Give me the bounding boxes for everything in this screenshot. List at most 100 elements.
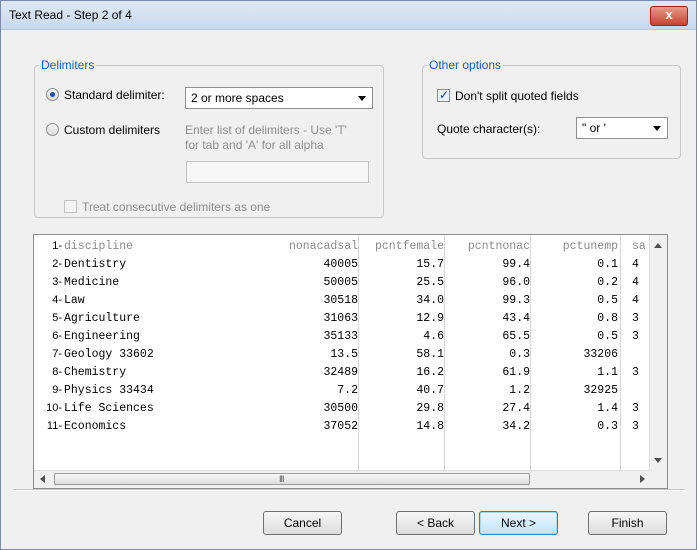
table-cell: 14.8 <box>416 420 444 433</box>
table-cell: 25.5 <box>416 276 444 289</box>
table-cell: 13.5 <box>330 348 358 361</box>
scroll-left-icon[interactable] <box>40 475 45 483</box>
dont-split-quoted-label[interactable]: Don't split quoted fields <box>455 89 579 103</box>
table-cell: 1.4 <box>597 402 618 415</box>
table-cell: 0.5 <box>597 294 618 307</box>
table-cell: 15.7 <box>416 258 444 271</box>
table-cell: 0.1 <box>597 258 618 271</box>
dialog-content: Delimiters Standard delimiter: 2 or more… <box>1 30 696 549</box>
custom-delimiters-label[interactable]: Custom delimiters <box>64 123 160 137</box>
horizontal-scrollbar[interactable]: III <box>34 470 651 488</box>
preview-grid: 1- discipline nonacadsal pcntfemale pcntnona… <box>34 235 649 471</box>
chevron-down-icon <box>653 126 661 131</box>
table-cell: Physics 33434 <box>64 384 154 397</box>
table-cell: 61.9 <box>502 366 530 379</box>
table-cell: sa <box>632 240 646 253</box>
table-cell: 99.3 <box>502 294 530 307</box>
treat-consecutive-checkbox[interactable] <box>64 200 77 213</box>
table-cell: 50005 <box>323 276 358 289</box>
table-row: 10- Life Sciences 30500 29.8 27.4 1.4 3 <box>34 401 649 419</box>
table-cell: 32489 <box>323 366 358 379</box>
data-preview[interactable]: 1- discipline nonacadsal pcntfemale pcntnona… <box>33 234 668 489</box>
table-row: 6- Engineering 35133 4.6 65.5 0.5 3 <box>34 329 649 347</box>
table-cell: 33206 <box>583 348 618 361</box>
table-cell: 1.1 <box>597 366 618 379</box>
row-number: 5- <box>52 312 62 324</box>
standard-delimiter-value: 2 or more spaces <box>191 91 284 105</box>
table-cell: 34.2 <box>502 420 530 433</box>
row-number: 3- <box>52 276 62 288</box>
table-row: 8- Chemistry 32489 16.2 61.9 1.1 3 <box>34 365 649 383</box>
standard-delimiter-radio[interactable] <box>46 88 59 101</box>
table-cell: 43.4 <box>502 312 530 325</box>
table-cell: 4 <box>632 294 639 307</box>
table-cell: Law <box>64 294 85 307</box>
quote-characters-select[interactable]: " or ' <box>576 117 668 139</box>
next-button[interactable]: Next > <box>479 511 558 535</box>
table-row: 11- Economics 37052 14.8 34.2 0.3 3 <box>34 419 649 437</box>
table-cell: 3 <box>632 366 639 379</box>
table-cell: 65.5 <box>502 330 530 343</box>
table-cell: 0.3 <box>597 420 618 433</box>
scroll-down-icon[interactable] <box>654 458 662 463</box>
dont-split-quoted-checkbox[interactable] <box>437 88 450 102</box>
scroll-right-icon[interactable] <box>640 475 645 483</box>
table-cell: Engineering <box>64 330 140 343</box>
horizontal-scroll-thumb[interactable]: III <box>54 473 530 485</box>
table-row: 2- Dentistry 40005 15.7 99.4 0.1 4 <box>34 257 649 275</box>
custom-delimiters-hint-line1: Enter list of delimiters - Use 'T' <box>185 123 347 137</box>
close-button[interactable]: x <box>650 6 688 26</box>
back-button[interactable]: < Back <box>396 511 475 535</box>
scroll-grip-icon: III <box>279 474 284 484</box>
custom-delimiters-hint-line2: for tab and 'A' for all alpha <box>185 138 324 152</box>
quote-characters-value: " or ' <box>582 121 606 135</box>
row-number: 7- <box>52 348 62 360</box>
row-number: 9- <box>52 384 62 396</box>
cancel-button[interactable]: Cancel <box>263 511 342 535</box>
dialog-title: Text Read - Step 2 of 4 <box>9 8 132 22</box>
table-cell: 4 <box>632 276 639 289</box>
scrollbar-corner <box>650 471 667 488</box>
table-cell: nonacadsal <box>288 240 358 253</box>
scroll-up-icon[interactable] <box>654 243 662 248</box>
delimiters-legend: Delimiters <box>41 58 95 72</box>
table-cell: Agriculture <box>64 312 140 325</box>
table-cell: Chemistry <box>64 366 127 379</box>
table-cell: 3 <box>632 330 639 343</box>
text-read-dialog: Text Read - Step 2 of 4 x Delimiters Sta… <box>0 0 697 550</box>
table-cell: 27.4 <box>502 402 530 415</box>
row-number: 6- <box>52 330 62 342</box>
title-bar: Text Read - Step 2 of 4 x <box>1 1 696 30</box>
table-cell: 30518 <box>323 294 358 307</box>
table-row: 9- Physics 33434 7.2 40.7 1.2 32925 <box>34 383 649 401</box>
table-cell: 1.2 <box>509 384 530 397</box>
table-cell: 99.4 <box>502 258 530 271</box>
table-cell: 3 <box>632 402 639 415</box>
table-row: 4- Law 30518 34.0 99.3 0.5 4 <box>34 293 649 311</box>
standard-delimiter-label[interactable]: Standard delimiter: <box>64 88 165 102</box>
treat-consecutive-label: Treat consecutive delimiters as one <box>82 200 271 214</box>
row-number: 8- <box>52 366 62 378</box>
row-number: 11- <box>46 420 62 432</box>
table-cell: 34.0 <box>416 294 444 307</box>
table-cell: Geology 33602 <box>64 348 154 361</box>
table-cell: 3 <box>632 312 639 325</box>
row-number: 1- <box>52 240 62 252</box>
table-cell: 31063 <box>323 312 358 325</box>
custom-delimiters-input[interactable] <box>186 161 369 183</box>
row-number: 10- <box>46 402 62 414</box>
table-cell: 32925 <box>583 384 618 397</box>
table-cell: 29.8 <box>416 402 444 415</box>
finish-button[interactable]: Finish <box>588 511 667 535</box>
vertical-scrollbar[interactable] <box>649 235 667 471</box>
table-cell: Medicine <box>64 276 120 289</box>
standard-delimiter-select[interactable]: 2 or more spaces <box>185 87 373 109</box>
table-cell: pcntnonac <box>467 240 530 253</box>
table-cell: 30500 <box>323 402 358 415</box>
other-options-group: Other options <box>422 58 681 159</box>
table-cell: 37052 <box>323 420 358 433</box>
custom-delimiters-radio[interactable] <box>46 123 59 136</box>
preview-header-row: 1- discipline nonacadsal pcntfemale pcntnona… <box>34 239 649 257</box>
row-number: 2- <box>52 258 62 270</box>
table-row: 3- Medicine 50005 25.5 96.0 0.2 4 <box>34 275 649 293</box>
